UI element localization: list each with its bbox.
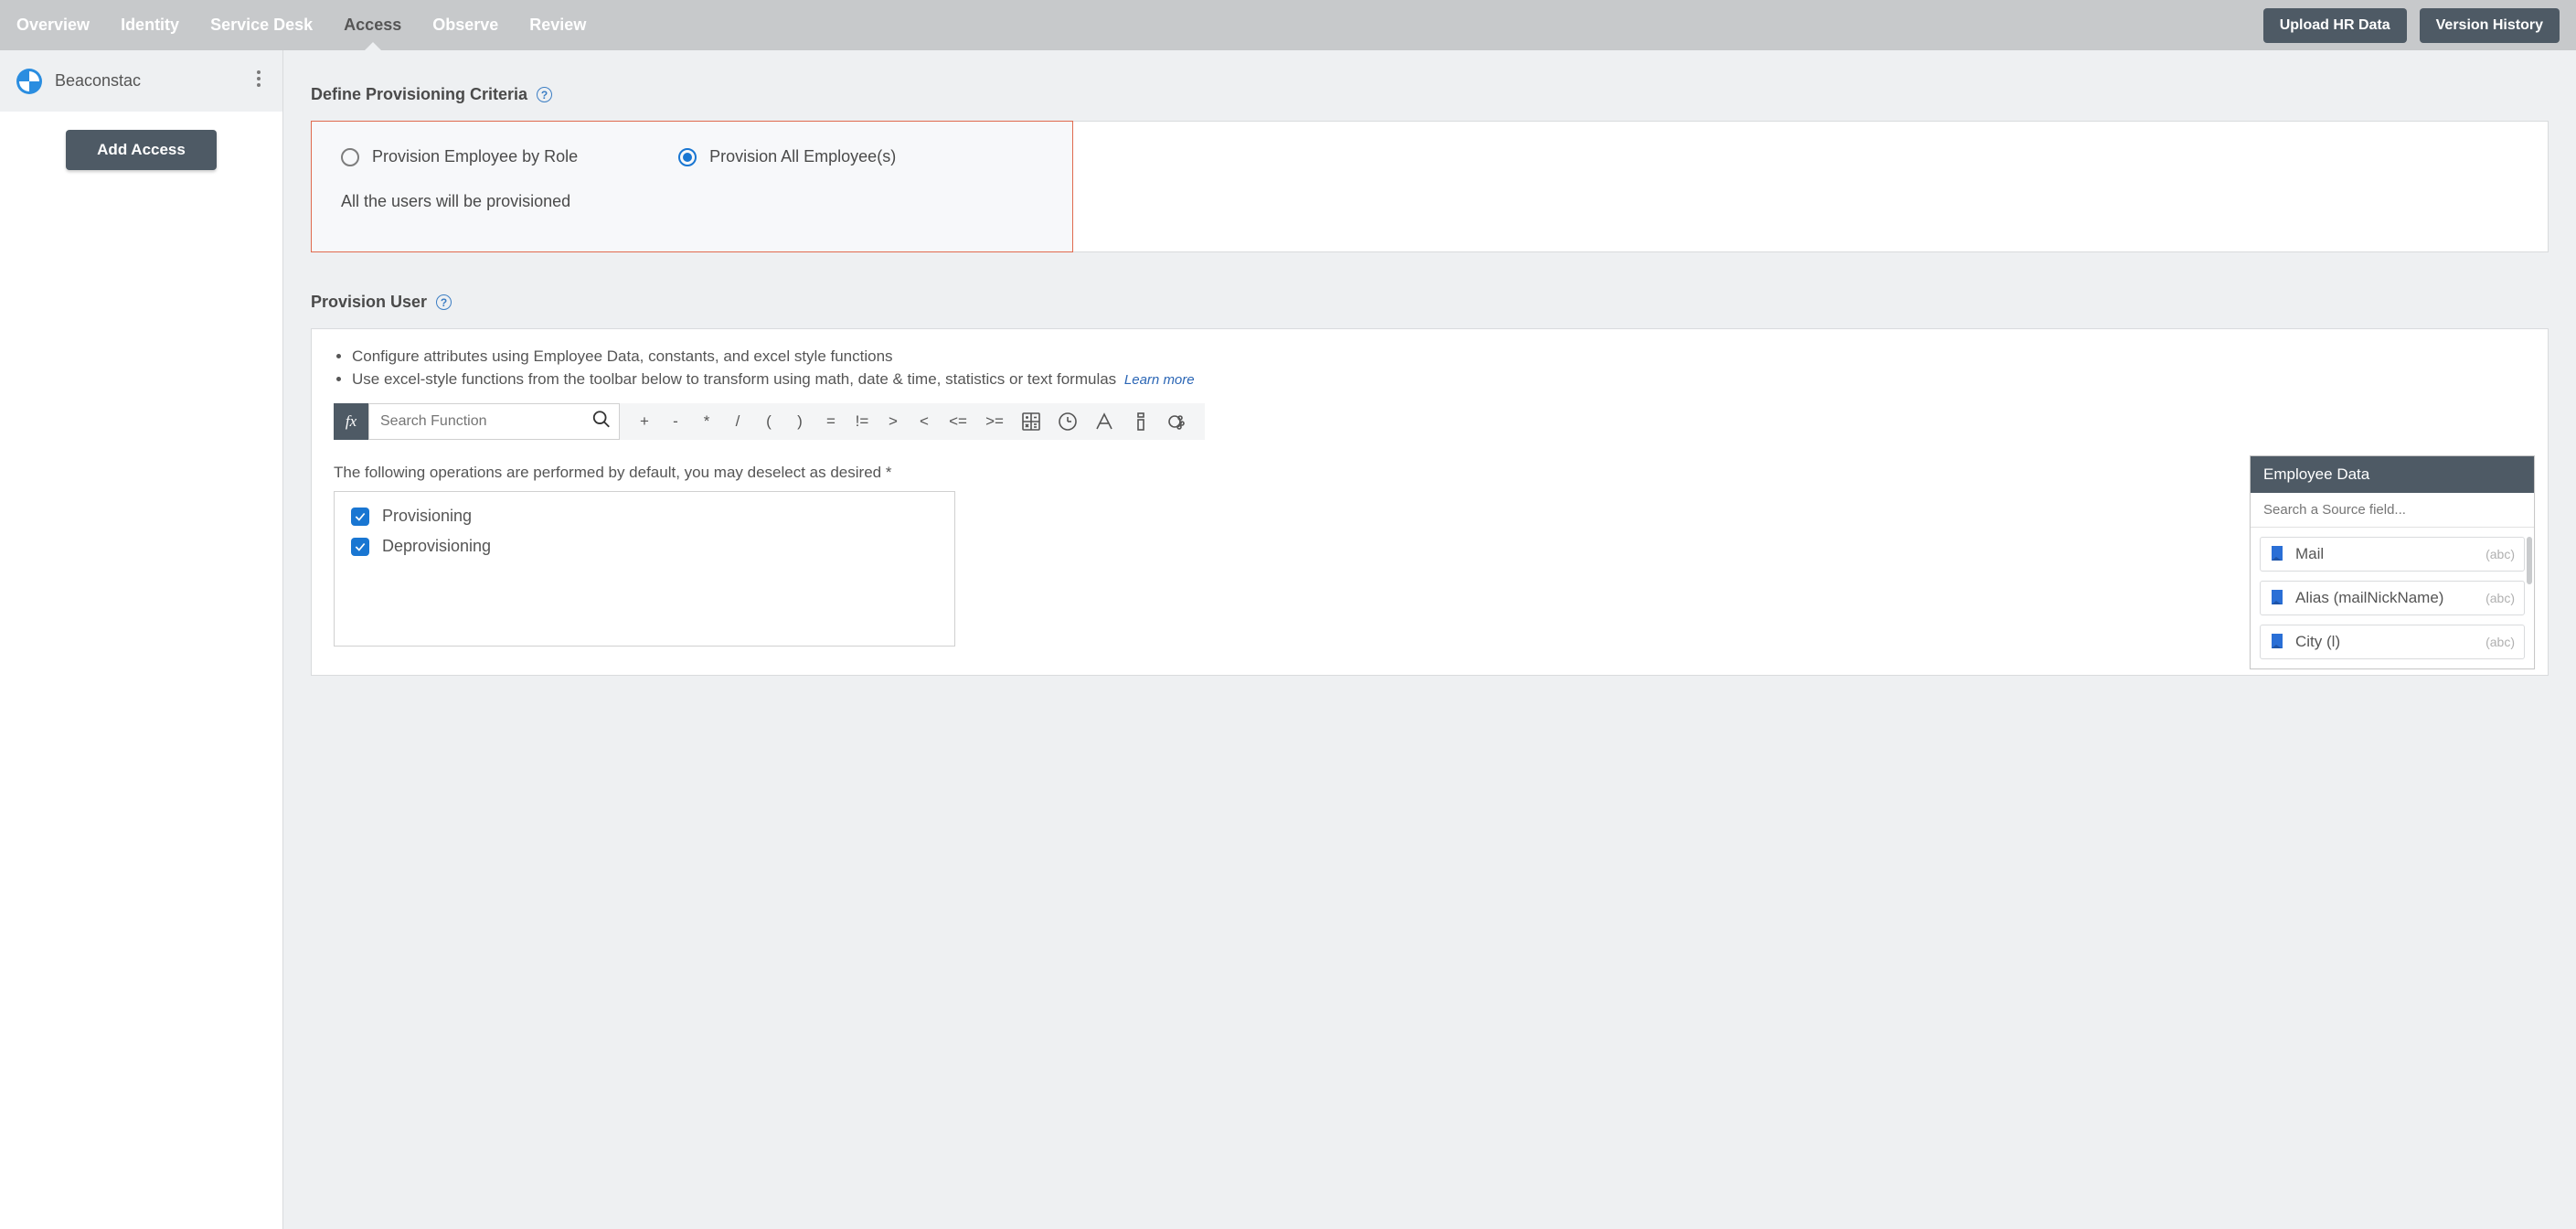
field-label: City (l) bbox=[2295, 633, 2476, 651]
search-icon[interactable] bbox=[591, 410, 612, 434]
criteria-title-text: Define Provisioning Criteria bbox=[311, 85, 527, 104]
op-multiply[interactable]: * bbox=[691, 412, 722, 431]
employee-data-search-input[interactable] bbox=[2251, 493, 2534, 528]
operations-box: Provisioning Deprovisioning bbox=[334, 491, 955, 647]
op-lt[interactable]: < bbox=[909, 412, 940, 431]
criteria-section-title: Define Provisioning Criteria ? bbox=[311, 85, 2549, 104]
learn-more-link[interactable]: Learn more bbox=[1124, 372, 1195, 388]
app-name: Beaconstac bbox=[55, 71, 251, 91]
provision-user-title-text: Provision User bbox=[311, 293, 427, 312]
function-search-input[interactable] bbox=[369, 404, 619, 439]
operator-strip: + - * / ( ) = != > < <= >= bbox=[620, 403, 1205, 440]
checkbox-label: Provisioning bbox=[382, 507, 472, 526]
datetime-category-icon[interactable] bbox=[1049, 411, 1086, 433]
app-logo-icon bbox=[16, 69, 42, 94]
radio-icon bbox=[341, 148, 359, 166]
text-category-icon[interactable] bbox=[1086, 411, 1123, 433]
scrollbar-thumb[interactable] bbox=[2527, 537, 2532, 584]
employee-field-item[interactable]: City (l) (abc) bbox=[2260, 625, 2525, 659]
op-divide[interactable]: / bbox=[722, 412, 753, 431]
field-type: (abc) bbox=[2486, 547, 2515, 561]
provision-user-title: Provision User ? bbox=[311, 293, 2549, 312]
op-not-equals[interactable]: != bbox=[846, 412, 878, 431]
op-gte[interactable]: >= bbox=[976, 412, 1013, 431]
top-nav: Overview Identity Service Desk Access Ob… bbox=[0, 0, 2576, 50]
function-toolbar: fx + - * / ( ) = bbox=[334, 403, 2526, 440]
field-source-icon bbox=[2270, 545, 2286, 563]
help-icon[interactable]: ? bbox=[537, 87, 552, 102]
criteria-highlighted-panel: Provision Employee by Role Provision All… bbox=[311, 121, 1073, 252]
op-minus[interactable]: - bbox=[660, 412, 691, 431]
sidebar: Beaconstac Add Access bbox=[0, 50, 283, 1229]
tab-access[interactable]: Access bbox=[344, 0, 401, 50]
provision-user-box: Configure attributes using Employee Data… bbox=[311, 328, 2549, 676]
field-type: (abc) bbox=[2486, 635, 2515, 649]
employee-field-item[interactable]: Alias (mailNickName) (abc) bbox=[2260, 581, 2525, 615]
radio-label: Provision All Employee(s) bbox=[709, 147, 896, 166]
employee-field-item[interactable]: Mail (abc) bbox=[2260, 537, 2525, 572]
sidebar-header: Beaconstac bbox=[0, 50, 282, 112]
field-source-icon bbox=[2270, 589, 2286, 607]
tab-observe[interactable]: Observe bbox=[432, 0, 498, 50]
radio-icon bbox=[678, 148, 697, 166]
provision-instructions: Configure attributes using Employee Data… bbox=[334, 346, 2526, 390]
field-source-icon bbox=[2270, 633, 2286, 651]
checkbox-label: Deprovisioning bbox=[382, 537, 491, 556]
radio-provision-by-role[interactable]: Provision Employee by Role bbox=[341, 147, 578, 166]
logic-category-icon[interactable] bbox=[1159, 411, 1196, 433]
fx-icon: fx bbox=[334, 403, 368, 440]
help-icon[interactable]: ? bbox=[436, 294, 452, 310]
op-plus[interactable]: + bbox=[629, 412, 660, 431]
checkbox-checked-icon bbox=[351, 508, 369, 526]
version-history-button[interactable]: Version History bbox=[2420, 8, 2560, 43]
instruction-bullet: Use excel-style functions from the toolb… bbox=[352, 369, 2526, 391]
op-gt[interactable]: > bbox=[878, 412, 909, 431]
add-access-button[interactable]: Add Access bbox=[66, 130, 217, 170]
field-label: Alias (mailNickName) bbox=[2295, 589, 2476, 607]
checkbox-row-deprovisioning[interactable]: Deprovisioning bbox=[351, 537, 938, 556]
tab-overview[interactable]: Overview bbox=[16, 0, 90, 50]
field-label: Mail bbox=[2295, 545, 2476, 563]
employee-data-header: Employee Data bbox=[2251, 456, 2534, 493]
nav-tabs: Overview Identity Service Desk Access Ob… bbox=[16, 0, 586, 50]
employee-data-panel: Employee Data Mail (abc) Alias (mailNick… bbox=[2250, 455, 2535, 669]
upload-hr-data-button[interactable]: Upload HR Data bbox=[2263, 8, 2407, 43]
employee-data-list: Mail (abc) Alias (mailNickName) (abc) Ci… bbox=[2251, 528, 2534, 668]
op-lte[interactable]: <= bbox=[940, 412, 976, 431]
criteria-box: Provision Employee by Role Provision All… bbox=[311, 121, 2549, 252]
checkbox-checked-icon bbox=[351, 538, 369, 556]
info-category-icon[interactable] bbox=[1123, 411, 1159, 433]
operations-note: The following operations are performed b… bbox=[334, 464, 2526, 482]
tab-service-desk[interactable]: Service Desk bbox=[210, 0, 313, 50]
main-content: Define Provisioning Criteria ? Provision… bbox=[283, 50, 2576, 1229]
radio-provision-all[interactable]: Provision All Employee(s) bbox=[678, 147, 896, 166]
tab-identity[interactable]: Identity bbox=[121, 0, 179, 50]
kebab-menu-icon[interactable] bbox=[251, 65, 266, 97]
function-search-wrap bbox=[368, 403, 620, 440]
op-equals[interactable]: = bbox=[815, 412, 846, 431]
checkbox-row-provisioning[interactable]: Provisioning bbox=[351, 507, 938, 526]
op-paren-open[interactable]: ( bbox=[753, 412, 784, 431]
criteria-description: All the users will be provisioned bbox=[341, 192, 1043, 211]
radio-label: Provision Employee by Role bbox=[372, 147, 578, 166]
field-type: (abc) bbox=[2486, 591, 2515, 605]
tab-review[interactable]: Review bbox=[529, 0, 586, 50]
math-category-icon[interactable] bbox=[1013, 411, 1049, 433]
op-paren-close[interactable]: ) bbox=[784, 412, 815, 431]
instruction-bullet: Configure attributes using Employee Data… bbox=[352, 346, 2526, 369]
